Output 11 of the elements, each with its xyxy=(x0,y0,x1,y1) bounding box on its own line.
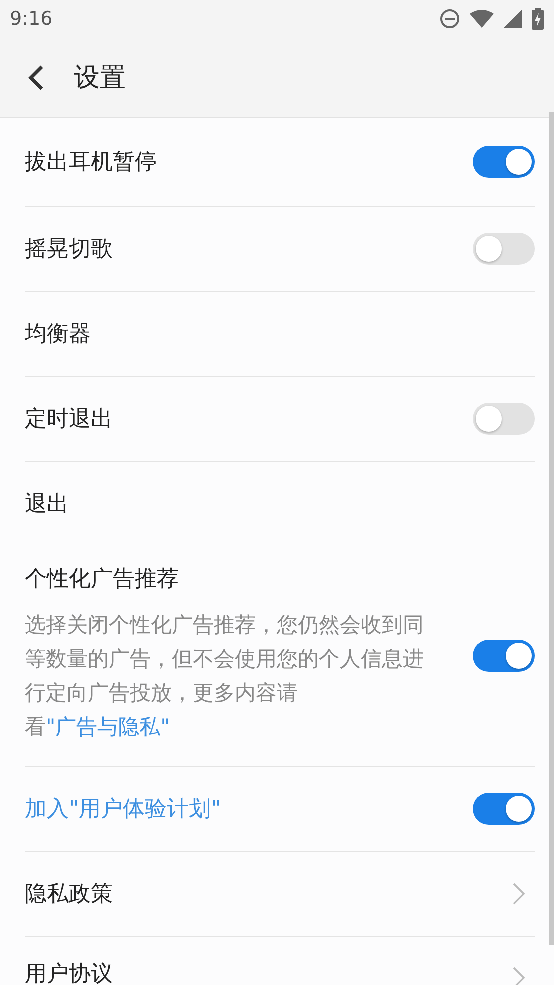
status-time: 9:16 xyxy=(10,8,53,30)
setting-label[interactable]: 均衡器 xyxy=(25,319,91,349)
setting-label[interactable]: 用户协议 xyxy=(25,959,113,985)
setting-label[interactable]: 隐私政策 xyxy=(25,879,113,909)
setting-label: 摇晃切歌 xyxy=(25,236,113,264)
setting-label[interactable]: 退出 xyxy=(25,489,69,519)
setting-label: 拔出耳机暂停 xyxy=(25,149,157,177)
setting-label: 定时退出 xyxy=(25,406,113,434)
page-title: 设置 xyxy=(74,62,126,95)
setting-description: 选择关闭个性化广告推荐，您仍然会收到同等数量的广告，但不会使用您的个人信息进行定向广告投放，更多内容请看"广告与隐私" xyxy=(25,612,425,741)
setting-label: 个性化广告推荐 xyxy=(25,566,180,594)
